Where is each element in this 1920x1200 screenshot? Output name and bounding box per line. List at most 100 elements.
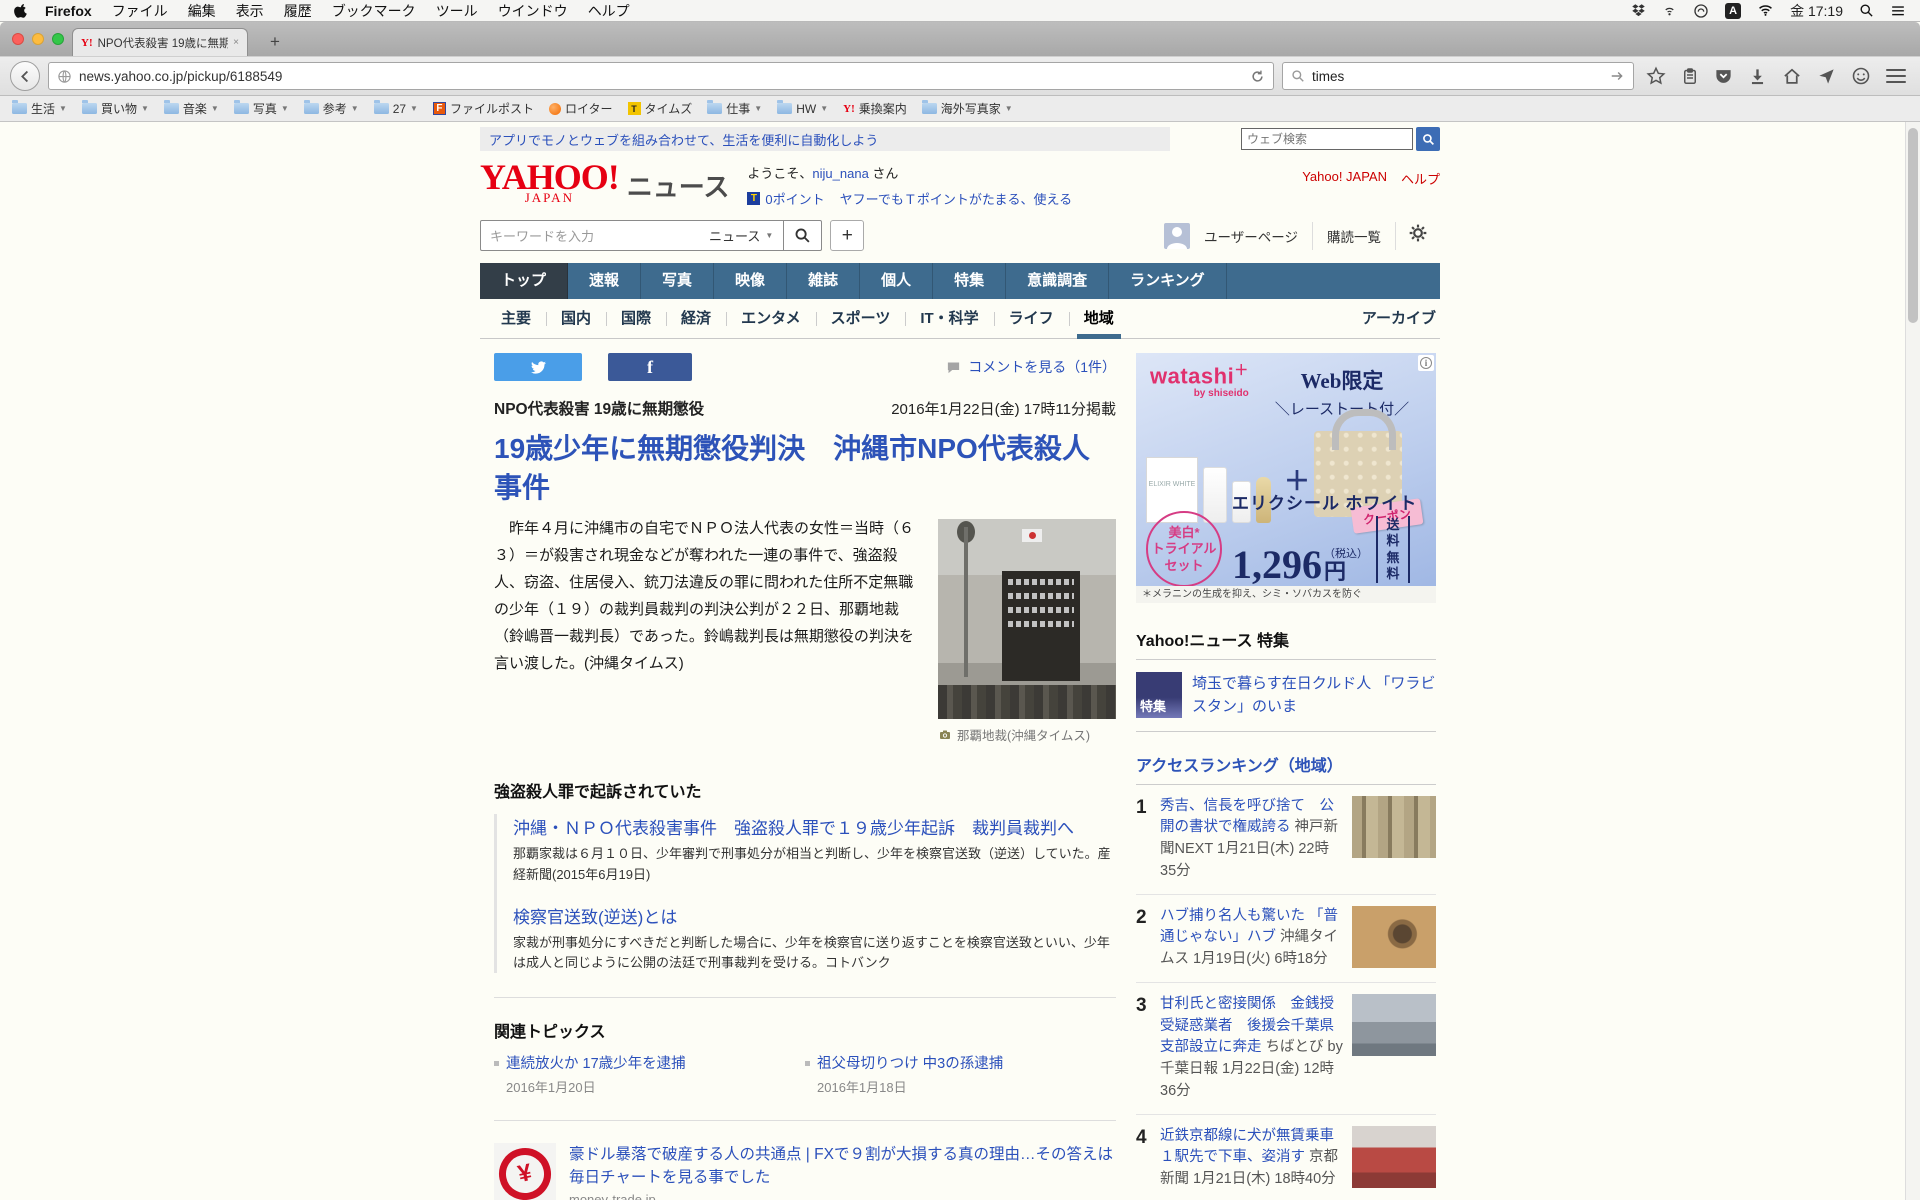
nav-ranking[interactable]: ランキング (1109, 263, 1227, 299)
bookmark-folder-hw[interactable]: HW▼ (777, 102, 828, 116)
apple-menu-icon[interactable] (14, 3, 29, 18)
back-button[interactable] (10, 61, 40, 91)
share-icon[interactable] (1817, 67, 1836, 86)
news-search-button[interactable] (783, 221, 821, 250)
subnav-keizai[interactable]: 経済 (666, 299, 726, 338)
nav-top[interactable]: トップ (480, 263, 568, 299)
url-bar[interactable]: news.yahoo.co.jp/pickup/6188549 (48, 62, 1274, 90)
close-window-button[interactable] (12, 33, 24, 45)
ranking-thumbnail-dog-train[interactable] (1352, 1126, 1436, 1188)
ranking-heading[interactable]: アクセスランキング（地域） (1136, 752, 1436, 785)
yahoo-japan-link[interactable]: Yahoo! JAPAN (1302, 169, 1387, 188)
settings-gear-icon[interactable] (1396, 223, 1440, 248)
reload-icon[interactable] (1250, 69, 1265, 84)
twitter-share-button[interactable] (494, 353, 582, 381)
subnav-entame[interactable]: エンタメ (726, 299, 816, 338)
new-tab-button[interactable]: + (262, 32, 288, 52)
topic-link[interactable]: 連続放火か 17歳少年を逮捕 (506, 1052, 686, 1073)
bookmark-folder-kaimono[interactable]: 買い物▼ (82, 100, 149, 117)
bookmark-folder-ongaku[interactable]: 音楽▼ (164, 100, 219, 117)
bookmark-times[interactable]: Tタイムズ (628, 100, 693, 117)
subnav-kokusai[interactable]: 国際 (606, 299, 666, 338)
search-go-icon[interactable] (1609, 69, 1625, 83)
ranking-thumbnail-street[interactable] (1352, 994, 1436, 1056)
menubar-item-bookmarks[interactable]: ブックマーク (322, 1, 426, 21)
username-link[interactable]: niju_nana (812, 166, 868, 181)
subnav-chiiki[interactable]: 地域 (1069, 299, 1129, 338)
article-headline[interactable]: 19歳少年に無期懲役判決 沖縄市NPO代表殺人事件 (494, 429, 1116, 507)
userpage-link[interactable]: ユーザーページ (1190, 226, 1312, 246)
downloads-icon[interactable] (1748, 67, 1767, 86)
news-search-input[interactable]: キーワードを入力 (481, 221, 699, 250)
bookmark-folder-shashin[interactable]: 写真▼ (234, 100, 289, 117)
browser-tab[interactable]: Y! NPO代表殺害 19歳に無期懲... × (72, 28, 248, 56)
help-link[interactable]: ヘルプ (1401, 169, 1440, 188)
scrollbar[interactable] (1905, 122, 1920, 1200)
tab-close-icon[interactable]: × (233, 37, 239, 48)
nav-tokushu[interactable]: 特集 (933, 263, 1006, 299)
sponsored-link[interactable]: 豪ドル暴落で破産する人の共通点 | FXで９割が大損する真の理由…その答えは毎日… (569, 1146, 1113, 1186)
ranking-thumbnail-snake[interactable] (1352, 906, 1436, 968)
nav-zasshi[interactable]: 雑誌 (787, 263, 860, 299)
menubar-item-edit[interactable]: 編集 (178, 1, 226, 21)
article-photo[interactable] (938, 519, 1116, 719)
related-link[interactable]: 検察官送致(逆送)とは (513, 908, 677, 927)
promo-link[interactable]: アプリでモノとウェブを組み合わせて、生活を便利に自動化しよう (489, 130, 878, 149)
nav-shashin[interactable]: 写真 (641, 263, 714, 299)
notification-center-icon[interactable] (1890, 4, 1906, 18)
menubar-item-help[interactable]: ヘルプ (578, 1, 640, 21)
hello-smiley-icon[interactable] (1851, 66, 1871, 86)
bookmark-filepost[interactable]: Fファイルポスト (433, 100, 534, 117)
scrollbar-thumb[interactable] (1908, 128, 1918, 323)
menubar-clock[interactable]: 金 17:19 (1790, 1, 1843, 21)
url-text[interactable]: news.yahoo.co.jp/pickup/6188549 (79, 69, 1243, 84)
facebook-share-button[interactable]: f (608, 353, 692, 381)
browser-search-bar[interactable] (1282, 62, 1634, 90)
dropbox-icon[interactable] (1631, 3, 1646, 18)
feature-link[interactable]: 埼玉で暮らす在日クルド人 「ワラビスタン」のいま (1192, 672, 1436, 719)
service-name[interactable]: ニュース (627, 167, 730, 204)
avatar[interactable] (1164, 223, 1190, 249)
airport-icon[interactable] (1662, 3, 1677, 18)
related-link[interactable]: 沖縄・ＮＰＯ代表殺害事件 強盗殺人罪で１９歳少年起訴 裁判員裁判へ (513, 819, 1074, 838)
bookmark-norikae[interactable]: Y!乗換案内 (843, 100, 907, 117)
view-comments-link[interactable]: コメントを見る（1件） (968, 357, 1116, 377)
menubar-item-window[interactable]: ウインドウ (488, 1, 578, 21)
menubar-item-firefox[interactable]: Firefox (35, 3, 102, 19)
bookmark-folder-27[interactable]: 27▼ (374, 102, 418, 116)
spotlight-icon[interactable] (1859, 3, 1874, 18)
menubar-item-tools[interactable]: ツール (426, 1, 488, 21)
points-link[interactable]: 0ポイント (765, 189, 824, 208)
nav-eizo[interactable]: 映像 (714, 263, 787, 299)
subnav-life[interactable]: ライフ (994, 299, 1069, 338)
add-search-button[interactable]: + (830, 220, 864, 251)
nav-kojin[interactable]: 個人 (860, 263, 933, 299)
archive-link[interactable]: アーカイブ (1362, 299, 1440, 338)
search-scope-dropdown[interactable]: ニュース▼ (699, 221, 783, 250)
minimize-window-button[interactable] (32, 33, 44, 45)
bookmark-folder-seikatsu[interactable]: 生活▼ (12, 100, 67, 117)
shiseido-ad-banner[interactable]: i watashi＋ by shiseido Web限定 ＼レーストート付／ E… (1136, 353, 1436, 603)
wifi-icon[interactable] (1757, 3, 1774, 18)
pocket-icon[interactable] (1714, 67, 1733, 86)
input-method-icon[interactable]: A (1725, 3, 1741, 19)
tpoint-message-link[interactable]: ヤフーでもＴポイントがたまる、使える (840, 189, 1072, 208)
home-icon[interactable] (1782, 67, 1802, 86)
menubar-item-view[interactable]: 表示 (226, 1, 274, 21)
bookmark-reuters[interactable]: ロイター (549, 100, 613, 117)
bookmark-folder-sanko[interactable]: 参考▼ (304, 100, 359, 117)
ad-thumbnail-yen[interactable]: ¥ (494, 1143, 556, 1200)
reading-list-icon[interactable] (1681, 67, 1699, 86)
subscriptions-link[interactable]: 購読一覧 (1313, 226, 1395, 246)
bookmark-star-icon[interactable] (1646, 66, 1666, 86)
web-search-button[interactable] (1416, 127, 1440, 151)
bookmark-folder-kaigai[interactable]: 海外写真家▼ (922, 100, 1013, 117)
subnav-shuyo[interactable]: 主要 (486, 299, 546, 338)
topic-link[interactable]: 祖父母切りつけ 中3の孫逮捕 (817, 1052, 1003, 1073)
menubar-item-history[interactable]: 履歴 (274, 1, 322, 21)
yahoo-japan-logo[interactable]: YAHOO!JAPAN (480, 159, 619, 204)
web-search-input[interactable] (1241, 128, 1413, 150)
browser-search-input[interactable] (1312, 69, 1602, 84)
nav-sokuho[interactable]: 速報 (568, 263, 641, 299)
subnav-kokunai[interactable]: 国内 (546, 299, 606, 338)
